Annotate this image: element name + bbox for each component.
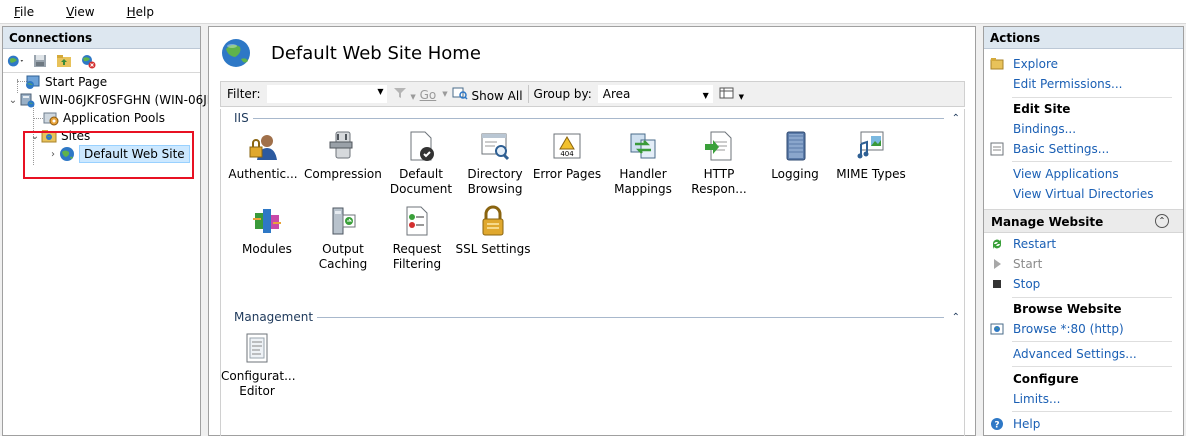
up-folder-icon[interactable] [55,53,73,69]
browse-port-80-link[interactable]: Browse *:80 (http) [1013,322,1124,336]
actions-pane: Actions Explore Edit Permissions... Edit… [983,26,1184,436]
request-filtering-icon [401,204,433,238]
directory-browsing-icon [479,129,511,163]
stop-link[interactable]: Stop [1013,277,1040,291]
filter-toolbar: Filter: ▼ ▼ Go ▼ Show All Group by: Area… [220,81,965,107]
stop-icon [990,277,1004,291]
tree-item-server[interactable]: ⌄ WIN-06JKF0SFGHN (WIN-06JK [7,91,215,109]
basic-settings-link[interactable]: Basic Settings... [1013,142,1109,156]
section-header-management[interactable]: Management ⌃ [234,310,960,324]
advanced-settings-link[interactable]: Advanced Settings... [1013,347,1137,361]
logging-icon [779,129,811,163]
feature-http-response-headers[interactable]: HTTP Respon... [681,129,757,197]
show-all-button[interactable]: Show All [452,86,523,103]
connect-globe-icon[interactable] [7,53,25,69]
feature-modules[interactable]: Modules [229,204,305,257]
feature-list: IIS ⌃ Authentic... Compression Default Doc… [220,109,965,436]
actions-title: Actions [984,27,1183,49]
globe-icon [221,38,251,68]
restart-icon [990,237,1004,251]
feature-logging[interactable]: Logging [757,129,833,182]
funnel-icon [393,87,411,102]
dropdown-arrow-icon: ▼ [377,87,384,96]
show-all-icon [452,87,472,103]
restart-link[interactable]: Restart [1013,237,1056,251]
feature-directory-browsing[interactable]: Directory Browsing [457,129,533,197]
view-grid-icon [719,87,739,102]
page-header: Default Web Site Home [209,27,975,79]
disconnect-icon[interactable] [79,53,97,69]
browse-website-heading: Browse Website [1013,302,1122,316]
edit-site-heading: Edit Site [1013,102,1071,116]
selection-highlight-box [23,131,194,179]
menu-help[interactable]: Help [121,5,160,19]
svg-text:404: 404 [560,150,574,158]
section-header-iis[interactable]: IIS ⌃ [234,111,960,125]
configuration-editor-icon [241,331,273,365]
authentication-icon [247,129,279,163]
group-by-select[interactable]: Area ▼ [597,85,713,103]
feature-request-filtering[interactable]: Request Filtering [379,204,455,272]
connections-title: Connections [3,27,200,49]
settings-page-icon [990,142,1004,156]
connections-toolbar [3,49,200,73]
go-button[interactable]: ▼ Go [393,87,436,102]
feature-error-pages[interactable]: 404 Error Pages [529,129,605,182]
group-by-label: Group by: [533,87,592,101]
feature-default-document[interactable]: Default Document [383,129,459,197]
handler-mappings-icon [627,129,659,163]
menu-file[interactable]: File [8,5,40,19]
view-virtual-directories-link[interactable]: View Virtual Directories [1013,187,1154,201]
browse-icon [990,322,1004,336]
start-page-icon [25,74,41,90]
page-title: Default Web Site Home [271,42,481,64]
start-link[interactable]: Start [1013,257,1042,271]
feature-authentication[interactable]: Authentic... [225,129,301,182]
default-document-icon [405,129,437,163]
mime-types-icon [855,129,887,163]
filter-label: Filter: [227,87,261,101]
collapse-chevron-icon[interactable]: ⌃ [952,113,960,124]
http-response-icon [703,129,735,163]
folder-open-icon [990,57,1004,71]
feature-ssl-settings[interactable]: SSL Settings [455,204,531,257]
explore-link[interactable]: Explore [1013,57,1058,71]
menu-view[interactable]: View [60,5,100,19]
tree-item-application-pools[interactable]: Application Pools [31,109,165,127]
start-play-icon [990,257,1004,271]
filter-input[interactable]: ▼ [266,85,387,103]
limits-link[interactable]: Limits... [1013,392,1060,406]
help-icon: ? [990,417,1004,431]
collapse-chevron-icon[interactable]: ⌃ [952,312,960,323]
manage-website-header[interactable]: Manage Website ⌃ [984,209,1183,233]
server-icon [19,92,35,108]
tree-item-start-page[interactable]: Start Page [13,73,107,91]
dropdown-arrow-icon: ▼ [702,91,709,100]
connections-pane: Connections Start Page ⌄ WIN-06JKF0SFGHN… [2,26,215,436]
menu-bar: File View Help [0,0,1186,24]
feature-output-caching[interactable]: Output Caching [305,204,381,272]
modules-icon [251,204,283,238]
feature-compression[interactable]: Compression [304,129,382,182]
output-caching-icon [327,204,359,238]
feature-mime-types[interactable]: MIME Types [833,129,909,182]
edit-permissions-link[interactable]: Edit Permissions... [1013,77,1122,91]
feature-configuration-editor[interactable]: Configurat... Editor [221,331,296,399]
application-pools-icon [43,110,59,126]
chevron-down-icon[interactable]: ⌄ [7,95,19,106]
padlock-icon [477,204,509,238]
compression-icon [326,129,358,163]
help-link[interactable]: Help [1013,417,1040,431]
collapse-up-icon[interactable]: ⌃ [1155,214,1169,228]
feature-view-pane: Default Web Site Home Filter: ▼ ▼ Go ▼ S… [208,26,976,436]
feature-handler-mappings[interactable]: Handler Mappings [605,129,681,197]
view-toggle-button[interactable]: ▼ [719,87,744,102]
view-applications-link[interactable]: View Applications [1013,167,1119,181]
error-pages-icon: 404 [551,129,583,163]
configure-heading: Configure [1013,372,1079,386]
save-icon[interactable] [31,53,49,69]
bindings-link[interactable]: Bindings... [1013,122,1076,136]
svg-text:?: ? [994,421,999,431]
